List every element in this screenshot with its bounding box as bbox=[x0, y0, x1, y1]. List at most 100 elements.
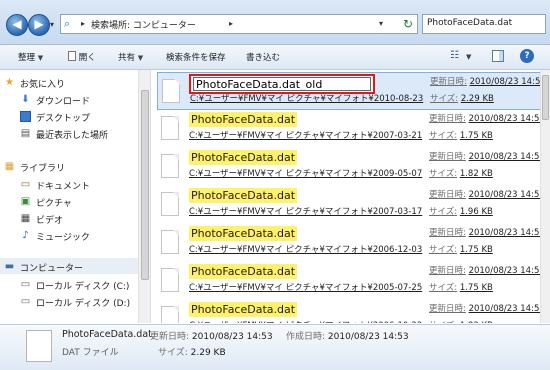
share-label: 共有 bbox=[118, 53, 136, 63]
save-search-button[interactable]: 検索条件を保存 bbox=[166, 51, 226, 63]
size-value: 1.75 KB bbox=[459, 245, 493, 255]
burn-label: 書き込む bbox=[246, 53, 281, 63]
file-icon bbox=[161, 230, 179, 254]
preview-pane-icon[interactable] bbox=[492, 50, 504, 62]
search-input[interactable]: PhotoFaceData.dat bbox=[422, 14, 546, 34]
nav-libraries[interactable]: ▦ ライブラリ bbox=[4, 160, 134, 174]
size-label: サイズ: bbox=[429, 283, 458, 293]
nav-disk-c[interactable]: ▭ ローカル ディスク (C:) bbox=[20, 278, 150, 292]
result-file-name[interactable]: PhotoFaceData.dat bbox=[189, 302, 298, 317]
modified-value: 2010/08/23 14:53 bbox=[468, 304, 545, 314]
nav-videos[interactable]: ▦ ビデオ bbox=[20, 212, 150, 226]
result-size: サイズ: 1.96 KB bbox=[429, 205, 493, 217]
nav-disk-d-label: ローカル ディスク (D:) bbox=[36, 299, 131, 309]
result-item[interactable]: PhotoFaceData.dat C:¥ユーザー¥FMV¥マイ ピクチャ¥マイフ… bbox=[157, 224, 545, 262]
result-size: サイズ: 1.82 KB bbox=[429, 167, 493, 179]
result-item[interactable]: PhotoFaceData.dat C:¥ユーザー¥FMV¥マイ ピクチャ¥マイフ… bbox=[157, 148, 545, 186]
chevron-down-icon: ▼ bbox=[137, 54, 144, 62]
help-icon[interactable]: ? bbox=[520, 49, 534, 63]
size-value: 1.82 KB bbox=[459, 169, 493, 179]
rename-input[interactable] bbox=[193, 77, 371, 91]
refresh-icon[interactable]: ↻ bbox=[401, 17, 415, 31]
modified-value: 2010/08/23 14:53 bbox=[468, 190, 545, 200]
address-location-label[interactable]: 検索場所: コンピューター bbox=[91, 18, 196, 31]
modified-label: 更新日時: bbox=[150, 332, 190, 342]
details-pane: PhotoFaceData.dat DAT ファイル 更新日時: 2010/08… bbox=[0, 324, 550, 370]
address-dropdown-icon[interactable]: ▾ bbox=[379, 19, 383, 28]
nav-downloads[interactable]: ⬇ ダウンロード bbox=[20, 93, 150, 107]
computer-icon: ▬ bbox=[4, 261, 15, 272]
details-file-type: DAT ファイル bbox=[62, 348, 119, 358]
size-label: サイズ: bbox=[429, 169, 458, 179]
burn-button[interactable]: 書き込む bbox=[246, 51, 280, 63]
file-icon bbox=[161, 116, 179, 140]
result-item[interactable]: PhotoFaceData.dat C:¥ユーザー¥FMV¥マイ ピクチャ¥マイフ… bbox=[157, 186, 545, 224]
result-size: サイズ: 1.75 KB bbox=[429, 281, 493, 293]
command-bar: 整理 ▼ 開く 共有 ▼ 検索条件を保存 書き込む ☷ ▼ ? bbox=[0, 45, 550, 70]
downloads-folder-icon: ⬇ bbox=[21, 94, 30, 105]
size-label: サイズ: bbox=[158, 348, 188, 358]
chevron-right-icon[interactable]: ▸ bbox=[229, 19, 233, 28]
file-icon bbox=[161, 268, 179, 292]
result-file-name[interactable]: PhotoFaceData.dat bbox=[189, 188, 298, 203]
size-value: 1.96 KB bbox=[459, 207, 493, 217]
scrollbar-thumb[interactable] bbox=[141, 90, 149, 280]
nav-recent-label: 最近表示した場所 bbox=[36, 131, 109, 141]
nav-disk-d[interactable]: ▭ ローカル ディスク (D:) bbox=[20, 295, 150, 309]
change-view-icon[interactable]: ☷ bbox=[450, 50, 464, 62]
nav-downloads-label: ダウンロード bbox=[36, 97, 91, 107]
navigation-pane: ★ お気に入り ⬇ ダウンロード デスクトップ ▤ 最近表示した場所 ▦ ライブ… bbox=[0, 70, 151, 323]
result-path-link[interactable]: C:¥ユーザー¥FMV¥マイ ピクチャ¥マイフォト¥2007-03-17 bbox=[189, 205, 422, 217]
nav-music[interactable]: ♪ ミュージック bbox=[20, 229, 150, 243]
organize-label: 整理 bbox=[18, 53, 36, 63]
modified-label: 更新日時: bbox=[430, 77, 467, 87]
result-file-name[interactable]: PhotoFaceData.dat bbox=[189, 226, 298, 241]
result-path-link[interactable]: C:¥ユーザー¥FMV¥マイ ピクチャ¥マイフォト¥2009-05-07 bbox=[189, 167, 422, 179]
recent-places-icon: ▤ bbox=[20, 128, 31, 139]
modified-value: 2010/08/23 14:53 bbox=[468, 152, 545, 162]
navigation-scrollbar[interactable] bbox=[138, 70, 150, 323]
share-button[interactable]: 共有 ▼ bbox=[118, 51, 143, 63]
result-item[interactable]: PhotoFaceData.dat C:¥ユーザー¥FMV¥マイ ピクチャ¥マイフ… bbox=[157, 300, 545, 323]
nav-pictures[interactable]: ▣ ピクチャ bbox=[20, 195, 150, 209]
result-item[interactable]: PhotoFaceData.dat C:¥ユーザー¥FMV¥マイ ピクチャ¥マイフ… bbox=[157, 262, 545, 300]
result-size: サイズ: 1.82 KB bbox=[429, 319, 493, 323]
nav-music-label: ミュージック bbox=[36, 233, 90, 243]
result-path-link[interactable]: C:¥ユーザー¥FMV¥マイ ピクチャ¥マイフォト¥2007-03-21 bbox=[189, 129, 422, 141]
organize-button[interactable]: 整理 ▼ bbox=[18, 51, 43, 63]
open-button[interactable]: 開く bbox=[68, 51, 96, 63]
nav-computer-label: コンピューター bbox=[20, 264, 84, 274]
back-button[interactable]: ◀ bbox=[6, 14, 28, 36]
modified-label: 更新日時: bbox=[429, 266, 466, 276]
created-label: 作成日時: bbox=[286, 332, 326, 342]
result-item[interactable]: C:¥ユーザー¥FMV¥マイ ピクチャ¥マイフォト¥2010-08-23 更新日時… bbox=[157, 72, 546, 110]
recent-pages-dropdown-icon[interactable]: ▾ bbox=[50, 20, 54, 29]
result-path-link[interactable]: C:¥ユーザー¥FMV¥マイ ピクチャ¥マイフォト¥2010-08-23 bbox=[190, 92, 423, 104]
result-path-link[interactable]: C:¥ユーザー¥FMV¥マイ ピクチャ¥マイフォト¥2005-07-25 bbox=[189, 281, 422, 293]
scrollbar-thumb[interactable] bbox=[542, 75, 549, 120]
nav-desktop-label: デスクトップ bbox=[36, 114, 91, 124]
modified-value: 2010/08/23 14:53 bbox=[468, 266, 545, 276]
pictures-icon: ▣ bbox=[20, 196, 31, 207]
forward-button[interactable]: ▶ bbox=[28, 14, 50, 36]
nav-documents[interactable]: ▭ ドキュメント bbox=[20, 178, 150, 192]
results-scrollbar[interactable] bbox=[540, 70, 550, 323]
size-value: 1.82 KB bbox=[460, 321, 493, 323]
nav-desktop[interactable]: デスクトップ bbox=[20, 110, 150, 124]
save-search-label: 検索条件を保存 bbox=[166, 53, 226, 63]
result-path-link[interactable]: C:¥ユーザー¥FMV¥マイ ピクチャ¥マイフォト¥2006-12-03 bbox=[189, 243, 422, 255]
result-path-link[interactable]: C:¥ユーザー¥FMV¥マイ ピクチャ¥マイフォト¥2006-10-22 bbox=[189, 319, 422, 323]
nav-computer[interactable]: ▬ コンピューター bbox=[4, 260, 134, 274]
nav-favorites-label: お気に入り bbox=[20, 80, 66, 90]
modified-value: 2010/08/23 14:53 bbox=[191, 332, 273, 342]
result-file-name[interactable]: PhotoFaceData.dat bbox=[189, 112, 298, 127]
result-file-name[interactable]: PhotoFaceData.dat bbox=[189, 264, 298, 279]
nav-recent-places[interactable]: ▤ 最近表示した場所 bbox=[20, 127, 150, 141]
address-bar[interactable]: ⌕ ▸ 検索場所: コンピューター ▸ ▾ ↻ bbox=[60, 14, 418, 34]
chevron-down-icon[interactable]: ▼ bbox=[466, 52, 471, 62]
nav-favorites[interactable]: ★ お気に入り bbox=[4, 76, 134, 90]
result-item[interactable]: PhotoFaceData.dat C:¥ユーザー¥FMV¥マイ ピクチャ¥マイフ… bbox=[157, 110, 545, 148]
address-bar-area: ◀ ▶ ▾ ⌕ ▸ 検索場所: コンピューター ▸ ▾ ↻ PhotoFaceD… bbox=[0, 0, 550, 45]
chevron-right-icon[interactable]: ▸ bbox=[81, 19, 85, 28]
result-file-name[interactable]: PhotoFaceData.dat bbox=[189, 150, 298, 165]
